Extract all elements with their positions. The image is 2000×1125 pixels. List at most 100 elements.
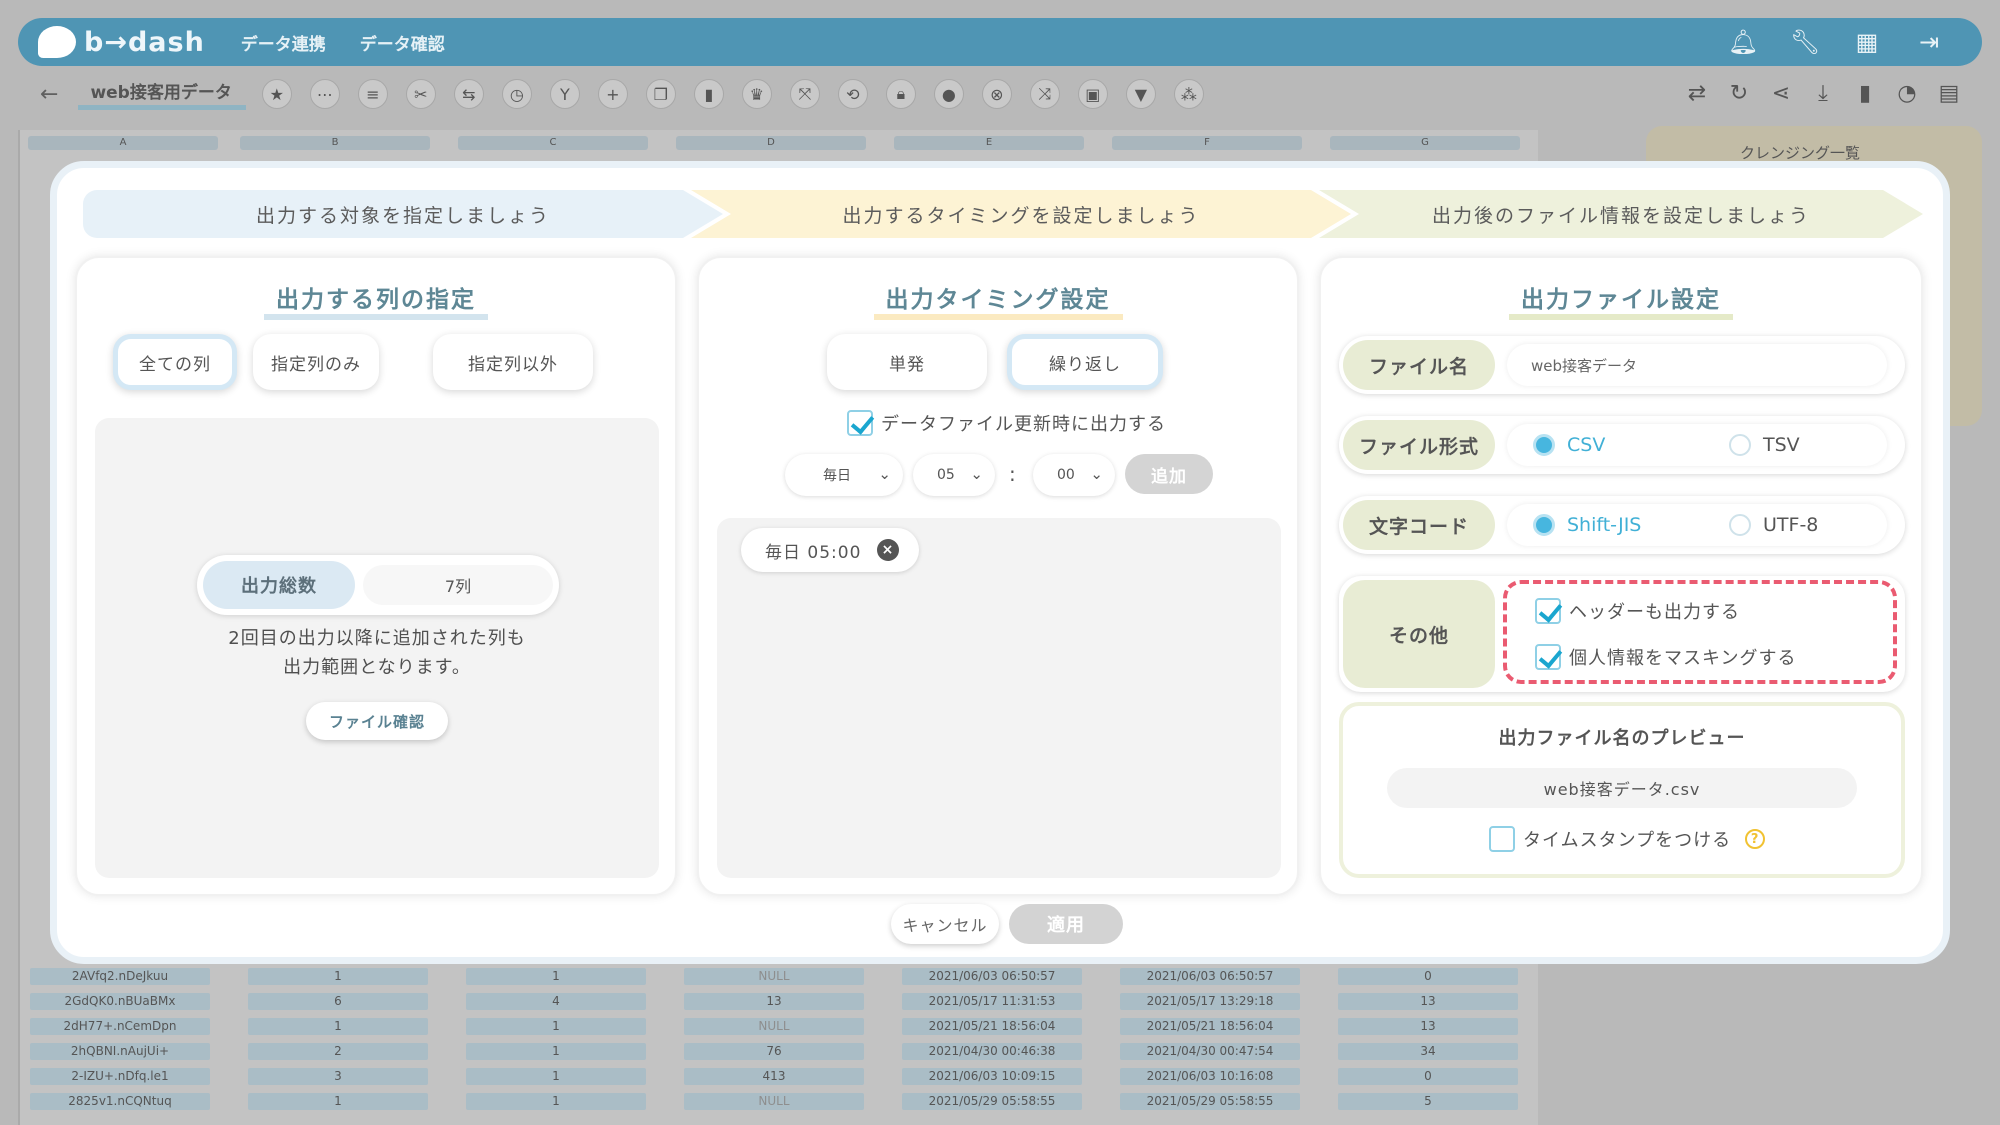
table-cell[interactable]: 13 (684, 993, 864, 1010)
mask-option[interactable]: 個人情報をマスキングする (1535, 644, 1796, 670)
logout-icon[interactable]: ⇥ (1916, 29, 1942, 55)
table-cell[interactable]: 76 (684, 1043, 864, 1060)
mask-checkbox[interactable] (1535, 644, 1561, 670)
column-header-d[interactable]: D (676, 136, 866, 150)
delete-icon[interactable]: ▮ (1852, 80, 1878, 106)
bell-icon[interactable]: 🔔︎ (1728, 29, 1758, 55)
help-icon[interactable]: ? (1745, 829, 1766, 849)
table-cell[interactable]: 13 (1338, 993, 1518, 1010)
table-cell[interactable]: 2dH77+.nCemDpn (30, 1018, 210, 1035)
single-button[interactable]: 単発 (827, 334, 987, 390)
cancel-button[interactable]: キャンセル (891, 904, 999, 944)
table-cell[interactable]: 4 (466, 993, 646, 1010)
dataset-name[interactable]: web接客用データ (78, 78, 246, 110)
download-icon[interactable]: ⤓ (1810, 80, 1836, 106)
table-cell[interactable]: 2021/05/21 18:56:04 (902, 1018, 1082, 1035)
format-csv-option[interactable]: CSV (1533, 424, 1605, 466)
table-cell[interactable]: 2021/05/17 13:29:18 (1120, 993, 1300, 1010)
all-columns-button[interactable]: 全ての列 (113, 334, 237, 390)
header-option[interactable]: ヘッダーも出力する (1535, 598, 1740, 624)
plus-icon[interactable]: + (597, 79, 628, 109)
table-cell[interactable]: NULL (684, 1093, 864, 1110)
table-cell[interactable]: 1 (466, 1068, 646, 1085)
frame-icon[interactable]: ▣ (1077, 79, 1108, 109)
grid-icon[interactable]: ▦ (1854, 29, 1880, 55)
table-cell[interactable]: NULL (684, 1018, 864, 1035)
add-schedule-button[interactable]: 追加 (1125, 454, 1213, 494)
apply-button[interactable]: 適用 (1009, 904, 1123, 944)
table-cell[interactable]: 2 (248, 1043, 428, 1060)
back-arrow-icon[interactable]: ← (40, 82, 58, 107)
encoding-shiftjis-option[interactable]: Shift-JIS (1533, 504, 1641, 546)
format-tsv-option[interactable]: TSV (1729, 424, 1800, 466)
branch-icon[interactable]: Y (549, 79, 580, 109)
transform-icon[interactable]: ⤨ (1029, 79, 1060, 109)
file-check-button[interactable]: ファイル確認 (306, 702, 448, 740)
hour-select[interactable]: 05 ⌄ (913, 454, 995, 496)
nav-data-check[interactable]: データ確認 (360, 30, 445, 55)
table-cell[interactable]: 2021/05/17 11:31:53 (902, 993, 1082, 1010)
table-cell[interactable]: 2021/05/29 05:58:55 (902, 1093, 1082, 1110)
table-cell[interactable]: 2AVfq2.nDeJkuu (30, 968, 210, 985)
timestamp-checkbox[interactable] (1489, 826, 1515, 852)
column-header-f[interactable]: F (1112, 136, 1302, 150)
star-icon[interactable]: ★ (261, 79, 292, 109)
table-cell[interactable]: 34 (1338, 1043, 1518, 1060)
share-icon[interactable]: ⋖ (1768, 80, 1794, 106)
crown-icon[interactable]: ♛ (741, 79, 772, 109)
timer-icon[interactable]: ◷ (501, 79, 532, 109)
table-cell[interactable]: NULL (684, 968, 864, 985)
refresh-icon[interactable]: ↻ (1726, 80, 1752, 106)
table-cell[interactable]: 1 (248, 968, 428, 985)
table-cell[interactable]: 2021/06/03 06:50:57 (1120, 968, 1300, 985)
table-cell[interactable]: 1 (248, 1093, 428, 1110)
specified-columns-button[interactable]: 指定列のみ (253, 334, 379, 390)
table-cell[interactable]: 2021/04/30 00:46:38 (902, 1043, 1082, 1060)
column-header-e[interactable]: E (894, 136, 1084, 150)
close-circle-icon[interactable]: ⊗ (981, 79, 1012, 109)
frequency-select[interactable]: 毎日 ⌄ (785, 454, 903, 496)
wrench-icon[interactable]: 🔧︎ (1790, 29, 1820, 55)
table-cell[interactable]: 2021/04/30 00:47:54 (1120, 1043, 1300, 1060)
encoding-utf8-option[interactable]: UTF-8 (1729, 504, 1818, 546)
header-checkbox[interactable] (1535, 598, 1561, 624)
column-header-a[interactable]: A (28, 136, 218, 150)
trash-icon[interactable]: ▮ (693, 79, 724, 109)
table-cell[interactable]: 1 (466, 1018, 646, 1035)
column-header-b[interactable]: B (240, 136, 430, 150)
shiftjis-radio[interactable] (1533, 514, 1555, 536)
table-cell[interactable]: 5 (1338, 1093, 1518, 1110)
column-header-g[interactable]: G (1330, 136, 1520, 150)
more-icon[interactable]: ⋯ (309, 79, 340, 109)
filter-icon[interactable]: ▼ (1125, 79, 1156, 109)
update-output-checkbox[interactable] (847, 410, 873, 436)
logo[interactable]: b→dash (38, 26, 205, 58)
cut-icon[interactable]: ✂ (405, 79, 436, 109)
column-header-c[interactable]: C (458, 136, 648, 150)
table-cell[interactable]: 2021/05/21 18:56:04 (1120, 1018, 1300, 1035)
filename-input[interactable]: web接客データ (1507, 344, 1887, 386)
repeat-button[interactable]: 繰り返し (1007, 334, 1163, 390)
table-cell[interactable]: 2825v1.nCQNtuq (30, 1093, 210, 1110)
table-cell[interactable]: 1 (466, 1043, 646, 1060)
table-cell[interactable]: 1 (466, 968, 646, 985)
table-cell[interactable]: 3 (248, 1068, 428, 1085)
grid-small-icon[interactable]: ⁂ (1173, 79, 1204, 109)
table-cell[interactable]: 13 (1338, 1018, 1518, 1035)
copy-icon[interactable]: ❐ (645, 79, 676, 109)
table-cell[interactable]: 0 (1338, 1068, 1518, 1085)
bag-icon[interactable]: ● (933, 79, 964, 109)
table-cell[interactable]: 2021/06/03 10:16:08 (1120, 1068, 1300, 1085)
table-cell[interactable]: 1 (466, 1093, 646, 1110)
table-cell[interactable]: 0 (1338, 968, 1518, 985)
tsv-radio[interactable] (1729, 434, 1751, 456)
table-cell[interactable]: 2021/05/29 05:58:55 (1120, 1093, 1300, 1110)
repeat-icon[interactable]: ⟲ (837, 79, 868, 109)
save-icon[interactable]: ▤ (1936, 80, 1962, 106)
nav-data-link[interactable]: データ連携 (241, 30, 326, 55)
table-cell[interactable]: 413 (684, 1068, 864, 1085)
list-icon[interactable]: ≡ (357, 79, 388, 109)
timestamp-option[interactable]: タイムスタンプをつける ? (1489, 826, 1766, 852)
csv-radio[interactable] (1533, 434, 1555, 456)
table-cell[interactable]: 1 (248, 1018, 428, 1035)
